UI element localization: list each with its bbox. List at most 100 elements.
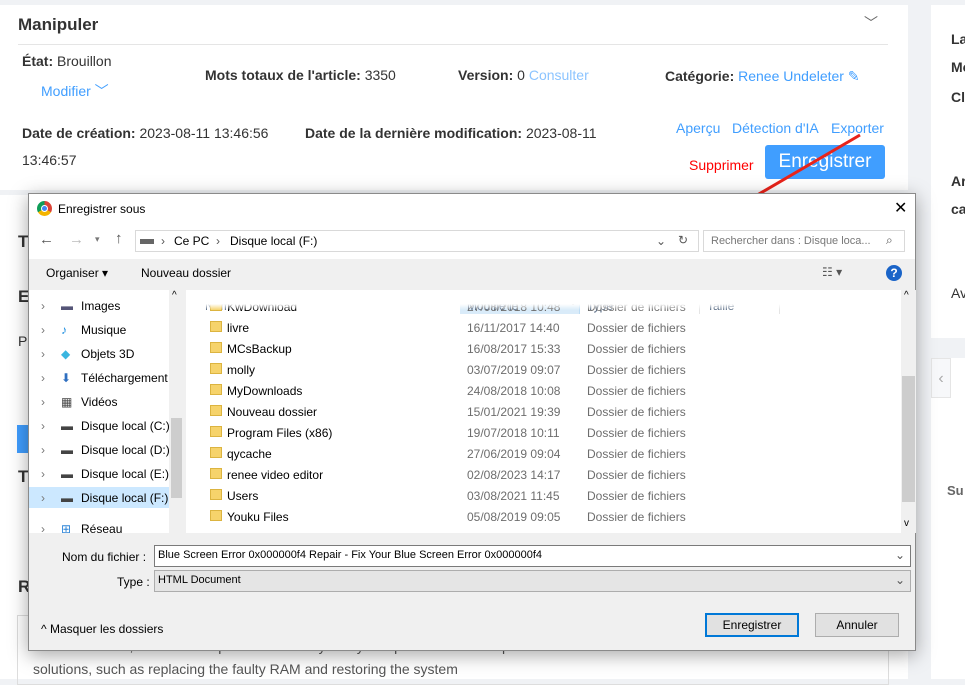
words-value: 3350 bbox=[364, 67, 396, 83]
chevron-down-icon[interactable]: ⌄ bbox=[656, 234, 666, 248]
cube-icon: ◆ bbox=[61, 347, 71, 361]
type-label: Type : bbox=[117, 575, 150, 589]
drive-icon: ▬ bbox=[61, 491, 73, 505]
folder-icon bbox=[210, 468, 222, 479]
nav-item-label: Disque local (D:) bbox=[81, 443, 170, 457]
breadcrumb-ce-pc[interactable]: Ce PC bbox=[174, 234, 209, 248]
file-row[interactable]: molly 03/07/2019 09:07 Dossier de fichiers bbox=[186, 359, 886, 380]
organize-button[interactable]: Organiser ▾ bbox=[46, 266, 108, 280]
file-name: qycache bbox=[227, 447, 272, 461]
view-options-icon[interactable]: ☷ ▾ bbox=[822, 265, 842, 279]
nav-item-label: Vidéos bbox=[81, 395, 118, 409]
nav-item-label: Réseau bbox=[81, 522, 123, 533]
forward-icon[interactable]: → bbox=[69, 231, 84, 248]
nav-item[interactable]: › ▬ Disque local (E:) bbox=[29, 463, 169, 484]
nav-item[interactable]: › ▬ Disque local (F:) bbox=[29, 487, 169, 508]
nav-item[interactable]: › ◆ Objets 3D bbox=[29, 343, 169, 364]
right-label: ca bbox=[951, 201, 965, 217]
video-icon: ▦ bbox=[61, 395, 73, 409]
nav-item[interactable]: › ▦ Vidéos bbox=[29, 391, 169, 412]
nav-item-label: Téléchargement bbox=[81, 371, 168, 385]
section-t2: T bbox=[18, 467, 29, 486]
nav-scrollbar[interactable]: ^ bbox=[169, 290, 184, 533]
file-row[interactable]: Program Files (x86) 19/07/2018 10:11 Dossi… bbox=[186, 422, 886, 443]
back-icon[interactable]: ← bbox=[39, 231, 54, 248]
save-as-dialog: Enregistrer sous ✕ ← → ▾ ↑ › Ce PC › Dis… bbox=[28, 193, 916, 651]
preview-link[interactable]: Aperçu bbox=[676, 120, 720, 136]
folder-icon bbox=[210, 321, 222, 332]
nav-item[interactable]: › ⬇ Téléchargement bbox=[29, 367, 169, 388]
address-bar[interactable]: › Ce PC › Disque local (F:) ⌄ ↻ bbox=[135, 230, 699, 252]
filename-label: Nom du fichier : bbox=[62, 550, 147, 564]
file-name: livre bbox=[227, 321, 250, 335]
file-type: Dossier de fichiers bbox=[587, 426, 686, 440]
right-panel: La Mo Cl Ar ca Av bbox=[931, 5, 965, 338]
category-link[interactable]: Renee Undeleter bbox=[738, 68, 844, 84]
type-select[interactable]: HTML Document ⌄ bbox=[154, 570, 911, 592]
file-list-scrollbar[interactable]: ^ v bbox=[901, 290, 916, 533]
body-text-2: solutions, such as replacing the faulty … bbox=[33, 661, 458, 677]
category-label: Catégorie: bbox=[665, 68, 735, 84]
file-row[interactable]: Nouveau dossier 15/01/2021 19:39 Dossier d… bbox=[186, 401, 886, 422]
file-name: Nouveau dossier bbox=[227, 405, 318, 419]
breadcrumb-disk-f[interactable]: Disque local (F:) bbox=[230, 234, 317, 248]
right-panel-2: ‹ Su bbox=[931, 358, 965, 679]
right-label: Cl bbox=[951, 89, 965, 105]
modify-button[interactable]: Modifier ﹀ bbox=[41, 81, 109, 101]
file-type: Dossier de fichiers bbox=[587, 447, 686, 461]
dialog-save-button[interactable]: Enregistrer bbox=[705, 613, 799, 637]
nav-item[interactable]: › ▬ Disque local (C:) bbox=[29, 415, 170, 436]
image-icon: ▬ bbox=[61, 299, 73, 313]
file-date: 19/07/2018 10:11 bbox=[467, 426, 560, 440]
edit-icon[interactable]: ✎ bbox=[848, 68, 860, 84]
file-row[interactable]: livre 16/11/2017 14:40 Dossier de fichiers bbox=[186, 317, 886, 338]
navigation-pane: › ▬ Images › ♪ Musique › ◆ Objets 3D › ⬇ Télécharge… bbox=[29, 290, 184, 533]
search-icon: ⌕ bbox=[886, 233, 893, 247]
nav-item[interactable]: › ♪ Musique bbox=[29, 319, 169, 340]
nav-item[interactable]: › ▬ Images bbox=[29, 295, 169, 316]
refresh-icon[interactable]: ↻ bbox=[678, 233, 688, 247]
search-input[interactable]: Rechercher dans : Disque loca... ⌕ bbox=[703, 230, 905, 252]
version-value: 0 bbox=[517, 67, 525, 83]
file-row[interactable]: Users 03/08/2021 11:45 Dossier de fichiers bbox=[186, 485, 886, 506]
file-type: Dossier de fichiers bbox=[587, 384, 686, 398]
file-name: renee video editor bbox=[227, 468, 324, 482]
collapse-icon[interactable]: ﹀ bbox=[864, 13, 878, 33]
file-date: 03/07/2019 09:07 bbox=[467, 363, 561, 377]
music-icon: ♪ bbox=[61, 323, 67, 337]
file-type: Dossier de fichiers bbox=[587, 489, 686, 503]
help-icon[interactable]: ? bbox=[886, 265, 902, 281]
right-label: Mo bbox=[951, 59, 965, 75]
file-name: Youku Files bbox=[227, 510, 289, 524]
filename-input[interactable]: Blue Screen Error 0x000000f4 Repair - Fi… bbox=[154, 545, 911, 567]
file-row[interactable]: renee video editor 02/08/2023 14:17 Dossie… bbox=[186, 464, 886, 485]
nav-item-label: Musique bbox=[81, 323, 127, 337]
new-folder-button[interactable]: Nouveau dossier bbox=[141, 266, 231, 280]
dialog-cancel-button[interactable]: Annuler bbox=[815, 613, 899, 637]
search-placeholder: Rechercher dans : Disque loca... bbox=[711, 235, 871, 247]
hide-folders-button[interactable]: ^ Masquer les dossiers bbox=[41, 622, 163, 636]
file-row[interactable]: Youku Files 05/08/2019 09:05 Dossier de fi… bbox=[186, 506, 886, 527]
file-row[interactable]: MyDownloads 24/08/2018 10:08 Dossier de fi… bbox=[186, 380, 886, 401]
nav-item-label: Images bbox=[81, 299, 121, 313]
nav-item[interactable]: › ▬ Disque local (D:) bbox=[29, 439, 170, 460]
nav-item[interactable]: › ⊞ Réseau bbox=[29, 518, 169, 533]
section-t: T bbox=[18, 232, 29, 251]
expand-icon[interactable]: ‹ bbox=[931, 358, 951, 398]
recent-icon[interactable]: ▾ bbox=[95, 234, 100, 245]
file-date: 16/08/2017 15:33 bbox=[467, 342, 561, 356]
file-type: Dossier de fichiers bbox=[587, 510, 686, 524]
chrome-icon bbox=[37, 201, 52, 216]
consult-link[interactable]: Consulter bbox=[529, 67, 589, 83]
file-row[interactable]: MCsBackup 16/08/2017 15:33 Dossier de fich… bbox=[186, 338, 886, 359]
up-icon[interactable]: ↑ bbox=[115, 230, 123, 247]
folder-icon bbox=[210, 342, 222, 353]
state-label: État: bbox=[22, 53, 54, 69]
modified-time: 13:46:57 bbox=[22, 152, 77, 168]
nav-item-label: Objets 3D bbox=[81, 347, 135, 361]
file-row[interactable]: qycache 27/06/2019 09:04 Dossier de fichie… bbox=[186, 443, 886, 464]
nav-item-label: Disque local (C:) bbox=[81, 419, 170, 433]
close-icon[interactable]: ✕ bbox=[894, 198, 907, 218]
file-date: 02/08/2023 14:17 bbox=[467, 468, 561, 482]
folder-icon bbox=[210, 489, 222, 500]
